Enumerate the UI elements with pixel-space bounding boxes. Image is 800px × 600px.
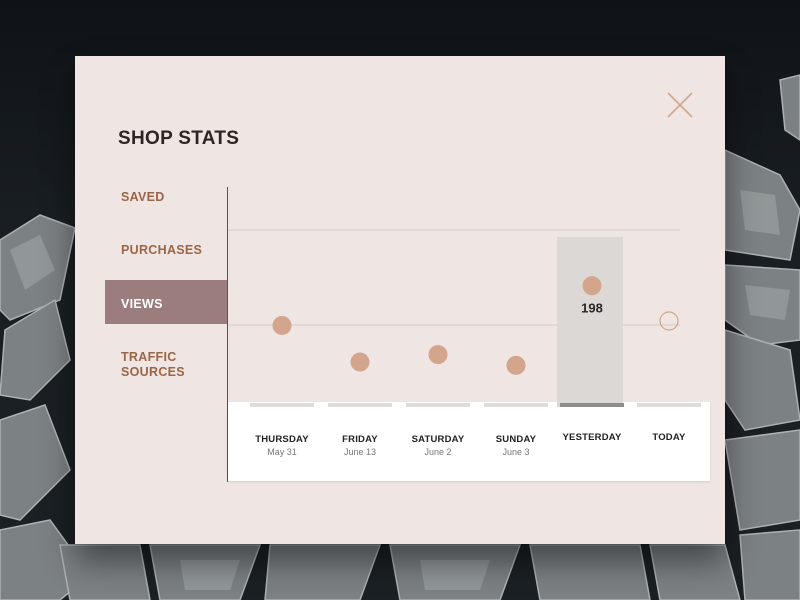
data-point [350, 352, 370, 372]
day-name: TODAY [652, 432, 686, 443]
day-name: FRIDAY [342, 434, 378, 445]
menu-item-views[interactable]: VIEWS [105, 280, 227, 324]
day-column-sunday[interactable]: SUNDAY June 3 [476, 434, 556, 457]
menu-item-purchases[interactable]: PURCHASES [105, 243, 227, 258]
close-icon [667, 92, 693, 118]
day-date: May 31 [267, 447, 297, 457]
column-divider-segment [406, 403, 470, 407]
column-divider-segment [328, 403, 392, 407]
views-chart: 198 [228, 229, 701, 407]
day-column-saturday[interactable]: SATURDAY June 2 [398, 434, 478, 457]
data-point-empty [659, 311, 679, 331]
menu-item-label: PURCHASES [121, 243, 203, 257]
column-divider-segment [484, 403, 548, 407]
day-date: June 2 [424, 447, 452, 457]
menu-item-label: TRAFFIC SOURCES [121, 350, 185, 379]
menu-item-label: SAVED [121, 190, 165, 204]
day-column-thursday[interactable]: THURSDAY May 31 [242, 434, 322, 457]
day-name: YESTERDAY [562, 432, 622, 443]
data-point [506, 355, 526, 375]
day-name: SATURDAY [411, 434, 465, 445]
day-name: SUNDAY [495, 434, 537, 445]
data-point [428, 345, 448, 365]
data-point [582, 276, 602, 296]
day-column-friday[interactable]: FRIDAY June 13 [320, 434, 400, 457]
highlight-column [557, 237, 623, 407]
column-divider-segment [250, 403, 314, 407]
dialog-title: SHOP STATS [118, 128, 240, 149]
day-name: THURSDAY [255, 434, 309, 445]
day-date: June 3 [502, 447, 530, 457]
column-divider-segment [560, 403, 624, 407]
data-point [272, 316, 292, 336]
day-column-yesterday[interactable]: YESTERDAY [552, 432, 632, 443]
column-divider-segment [637, 403, 701, 407]
menu-item-label: VIEWS [121, 297, 163, 311]
close-button[interactable] [665, 90, 695, 120]
day-date: June 13 [343, 447, 377, 457]
day-column-today[interactable]: TODAY [629, 432, 709, 443]
menu-item-traffic-sources[interactable]: TRAFFIC SOURCES [105, 350, 195, 380]
shop-stats-dialog: SHOP STATS SAVED PURCHASES VIEWS TRAFFIC… [75, 56, 725, 544]
menu-item-saved[interactable]: SAVED [105, 190, 227, 205]
data-label: 198 [581, 301, 603, 316]
